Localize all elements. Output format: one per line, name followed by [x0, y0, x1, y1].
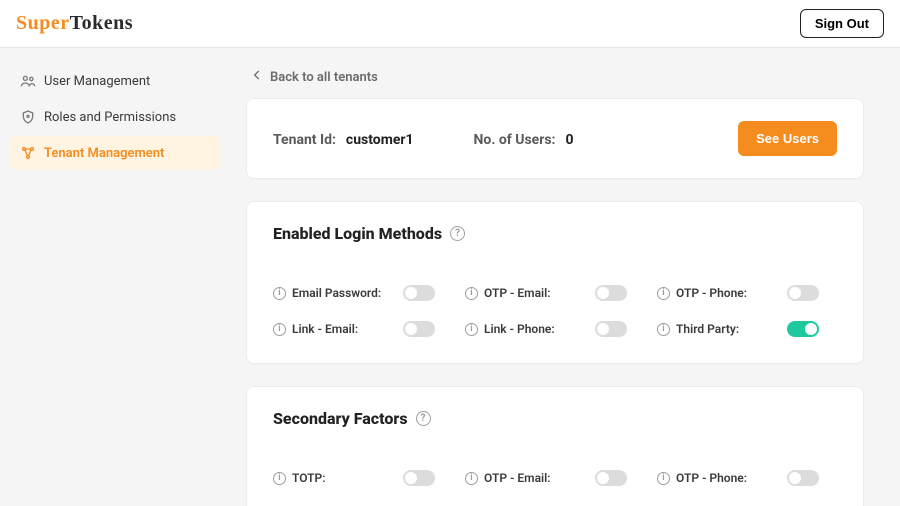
method-label: TOTP: — [292, 471, 326, 485]
toggle-knob — [805, 323, 817, 335]
tenant-id-label: Tenant Id: — [273, 132, 336, 148]
method-label: OTP - Phone: — [676, 286, 747, 300]
toggle-knob — [789, 287, 801, 299]
tenant-users-value: 0 — [565, 132, 573, 148]
toggle-sf-otp-email[interactable] — [595, 470, 627, 486]
toggle-knob — [597, 287, 609, 299]
factor-otp-email: i OTP - Email: — [465, 470, 645, 486]
tenant-users-label: No. of Users: — [474, 132, 556, 148]
info-icon[interactable]: i — [465, 472, 478, 485]
users-icon — [20, 73, 36, 89]
sidebar-item-label: Roles and Permissions — [44, 110, 176, 125]
info-icon[interactable]: i — [657, 472, 670, 485]
method-label: Third Party: — [676, 322, 739, 336]
toggle-knob — [597, 472, 609, 484]
topbar: SuperTokens Sign Out — [0, 0, 900, 48]
method-label: OTP - Email: — [484, 286, 551, 300]
method-label: Email Password: — [292, 286, 381, 300]
info-icon[interactable]: i — [657, 287, 670, 300]
sign-out-button[interactable]: Sign Out — [800, 9, 884, 38]
secondary-factors-header: Secondary Factors ? — [273, 409, 837, 428]
sidebar-item-label: User Management — [44, 74, 150, 89]
sidebar-item-label: Tenant Management — [44, 146, 164, 161]
main: Back to all tenants Tenant Id: customer1… — [230, 48, 900, 506]
see-users-button[interactable]: See Users — [738, 121, 837, 156]
shield-icon — [20, 109, 36, 125]
method-link-email: i Link - Email: — [273, 321, 453, 337]
info-icon[interactable]: i — [273, 287, 286, 300]
toggle-third-party[interactable] — [787, 321, 819, 337]
toggle-sf-otp-phone[interactable] — [787, 470, 819, 486]
logo-prefix: Super — [16, 12, 70, 34]
info-icon[interactable]: i — [273, 472, 286, 485]
method-label: OTP - Email: — [484, 471, 551, 485]
sidebar-item-user-management[interactable]: User Management — [10, 64, 220, 98]
sidebar-item-roles-permissions[interactable]: Roles and Permissions — [10, 100, 220, 134]
toggle-knob — [405, 323, 417, 335]
method-link-phone: i Link - Phone: — [465, 321, 645, 337]
toggle-otp-phone[interactable] — [787, 285, 819, 301]
logo-suffix: Tokens — [70, 12, 133, 34]
toggle-otp-email[interactable] — [595, 285, 627, 301]
info-icon[interactable]: i — [465, 323, 478, 336]
method-email-password: i Email Password: — [273, 285, 453, 301]
method-label: Link - Email: — [292, 322, 358, 336]
tenant-summary-card: Tenant Id: customer1 No. of Users: 0 See… — [246, 98, 864, 179]
method-label: Link - Phone: — [484, 322, 555, 336]
secondary-factors-grid: i TOTP: i OTP - Email: i OTP - Phone: — [273, 470, 837, 486]
arrow-left-icon — [250, 68, 264, 86]
sidebar-item-tenant-management[interactable]: Tenant Management — [10, 136, 220, 170]
back-to-tenants-link[interactable]: Back to all tenants — [246, 56, 864, 98]
toggle-knob — [405, 472, 417, 484]
method-third-party: i Third Party: — [657, 321, 837, 337]
tenant-info: Tenant Id: customer1 No. of Users: 0 — [273, 129, 574, 148]
method-label: OTP - Phone: — [676, 471, 747, 485]
toggle-link-phone[interactable] — [595, 321, 627, 337]
login-methods-header: Enabled Login Methods ? — [273, 224, 837, 243]
sidebar: User Management Roles and Permissions Te… — [0, 48, 230, 506]
back-link-label: Back to all tenants — [270, 70, 378, 85]
login-methods-card: Enabled Login Methods ? i Email Password… — [246, 201, 864, 364]
toggle-knob — [597, 323, 609, 335]
toggle-email-password[interactable] — [403, 285, 435, 301]
info-icon[interactable]: i — [273, 323, 286, 336]
secondary-factors-title: Secondary Factors — [273, 409, 408, 428]
tenant-id-value: customer1 — [346, 132, 414, 148]
toggle-totp[interactable] — [403, 470, 435, 486]
login-methods-grid: i Email Password: i OTP - Email: i OTP -… — [273, 285, 837, 337]
logo: SuperTokens — [16, 12, 133, 35]
method-otp-email: i OTP - Email: — [465, 285, 645, 301]
info-icon[interactable]: i — [657, 323, 670, 336]
secondary-factors-card: Secondary Factors ? i TOTP: i OTP - Emai… — [246, 386, 864, 506]
toggle-link-email[interactable] — [403, 321, 435, 337]
tenant-id: Tenant Id: customer1 — [273, 129, 414, 148]
network-icon — [20, 145, 36, 161]
tenant-users: No. of Users: 0 — [474, 129, 574, 148]
toggle-knob — [789, 472, 801, 484]
factor-totp: i TOTP: — [273, 470, 453, 486]
layout: User Management Roles and Permissions Te… — [0, 48, 900, 506]
method-otp-phone: i OTP - Phone: — [657, 285, 837, 301]
factor-otp-phone: i OTP - Phone: — [657, 470, 837, 486]
login-methods-title: Enabled Login Methods — [273, 224, 442, 243]
info-icon[interactable]: i — [465, 287, 478, 300]
help-icon[interactable]: ? — [416, 411, 431, 426]
toggle-knob — [405, 287, 417, 299]
help-icon[interactable]: ? — [450, 226, 465, 241]
